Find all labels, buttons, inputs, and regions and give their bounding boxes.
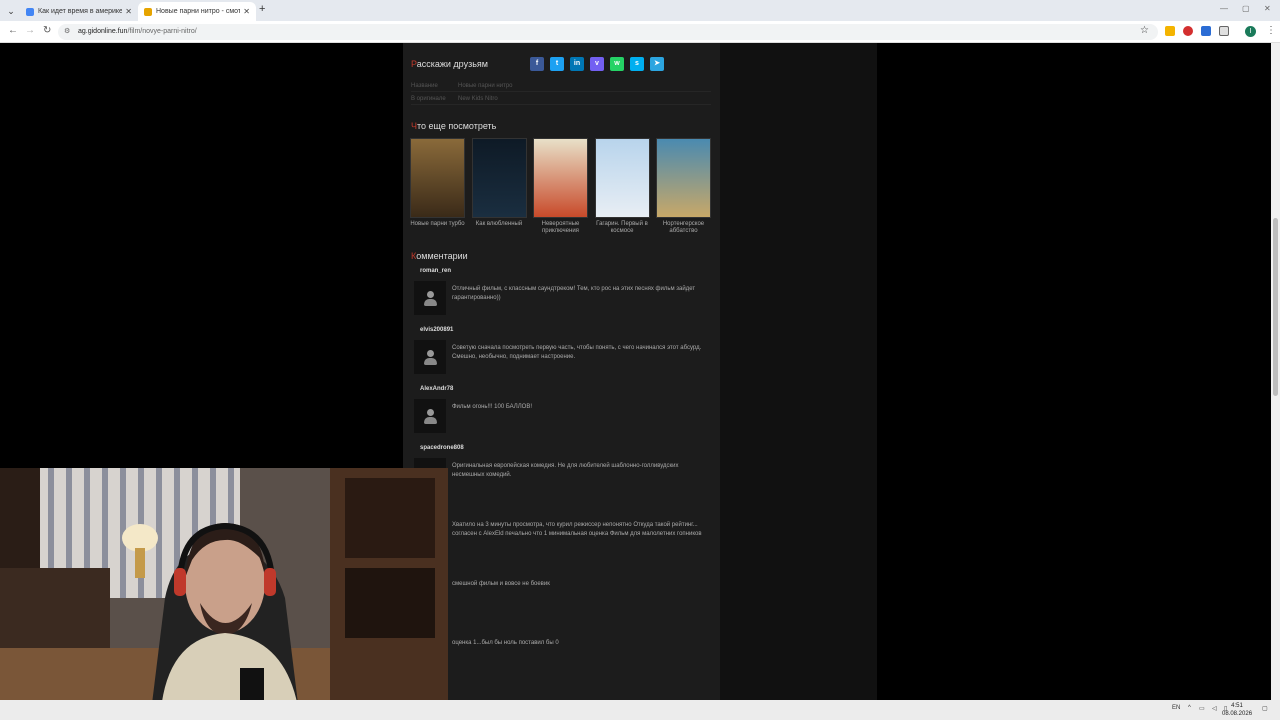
comment-username: elvis200891 [420,327,454,333]
whatsapp-icon[interactable]: w [610,57,624,71]
volume-icon[interactable]: ◁ [1212,705,1217,712]
linkedin-icon[interactable]: in [570,57,584,71]
extension-icon[interactable] [1183,26,1193,36]
maximize-icon[interactable]: ▢ [1242,4,1250,13]
comment-text: Отличный фильм, с классным саундтреком! … [452,286,696,301]
clock-time: 4:51 [1231,703,1243,709]
skype-icon[interactable]: s [630,57,644,71]
bookmark-star-icon[interactable]: ☆ [1140,25,1149,36]
profile-avatar[interactable]: I [1245,26,1256,37]
comment-text: Оригинальная европейская комедия. Не для… [452,463,679,478]
reload-icon[interactable]: ↻ [43,25,51,36]
movie-title[interactable]: Невероятные приключения [533,221,588,235]
comment-text: Хватило на 3 минуты просмотра, что курил… [452,522,702,537]
related-title: Что еще посмотреть [411,121,497,131]
minimize-icon[interactable]: — [1220,4,1228,13]
related-movie-card[interactable]: Как влюбленный [471,138,527,228]
browser-tab-2[interactable]: Новые парни нитро - смотре ✕ [138,2,256,21]
info-value: Новые парни нитро [458,83,513,89]
comment-avatar [414,399,446,433]
clock-date: 08.08.2026 [1222,711,1253,717]
url-path: /film/novye-parni-nitro/ [127,28,197,35]
browser-tab-bar: ⌄ Как идет время в америке - П ✕ Новые п… [0,0,1280,21]
info-value: New Kids Nitro [458,96,498,102]
movie-poster[interactable] [410,138,465,218]
right-side-panel [720,43,877,700]
webcam-feed-image [0,468,448,720]
extension-icon[interactable] [1201,26,1211,36]
avatar-body [424,417,437,424]
comment-text: оценка 1...был бы ноль поставил бы 0 [452,640,559,646]
twitter-icon[interactable]: t [550,57,564,71]
tab-favicon [26,7,34,16]
movie-title[interactable]: Как влюбленный [472,221,527,228]
info-row-title: Название Новые парни нитро [411,81,711,92]
tab-title: Как идет время в америке - П [38,8,123,15]
comment-username: spacedrone808 [420,445,464,451]
scrollbar-thumb[interactable] [1273,218,1278,396]
network-icon[interactable]: ▭ [1199,705,1205,712]
comment-username: roman_ren [420,268,452,274]
avatar-body [424,299,437,306]
movie-poster[interactable] [533,138,588,218]
movie-title[interactable]: Нортенгерское аббатство [656,221,711,235]
tab-title: Новые парни нитро - смотре [156,8,241,15]
address-toolbar: ← → ↻ ⚙ ag.gidonline.fun/film/novye-parn… [0,21,1280,43]
related-movies: Новые парни турбо Как влюбленный Невероятн… [410,138,715,238]
page-scrollbar[interactable] [1271,43,1280,700]
close-window-icon[interactable]: ✕ [1264,4,1271,13]
taskbar-clock[interactable]: 4:51 08.08.2026 [1222,702,1252,718]
notifications-icon[interactable]: ▢ [1262,705,1268,712]
new-tab-plus-icon[interactable]: + [259,3,265,15]
tray-chevron-icon[interactable]: ^ [1188,705,1191,711]
browser-menu-icon[interactable]: ⋮ [1266,25,1276,36]
info-label: Название [411,83,438,89]
info-label: В оригинале [411,96,446,102]
comment-text: Советую сначала посмотреть первую часть,… [452,345,702,360]
avatar-body [424,358,437,365]
related-movie-card[interactable]: Нортенгерское аббатство [656,138,711,235]
content-column: Расскажи друзьям f t in v w s ➤ Название Новые… [403,43,720,700]
related-movie-card[interactable]: Новые парни турбо [410,138,465,228]
os-taskbar: EN ^ ▭ ◁ ▯ 4:51 08.08.2026 ▢ [0,700,1280,720]
language-indicator[interactable]: EN [1172,705,1180,711]
movie-title[interactable]: Новые парни турбо [410,221,465,228]
site-info-icon[interactable]: ⚙ [64,24,70,40]
avatar-head [427,409,434,416]
related-movie-card[interactable]: Невероятные приключения [533,138,588,235]
avatar-head [427,350,434,357]
movie-title[interactable]: Гагарин. Первый в космосе [595,221,650,235]
viber-icon[interactable]: v [590,57,604,71]
browser-tab-1[interactable]: Как идет время в америке - П ✕ [20,2,138,21]
comment-avatar [414,340,446,374]
share-title: Расскажи друзьям [411,59,488,69]
back-arrow-icon[interactable]: ← [8,25,18,36]
webcam-overlay [0,468,448,720]
related-movie-card[interactable]: Гагарин. Первый в космосе [594,138,650,235]
tab-favicon [144,7,152,16]
tab-close-icon[interactable]: ✕ [125,7,132,16]
comment-text: смешной фильм и вовсе не боевик [452,581,550,587]
avatar-head [427,291,434,298]
movie-poster[interactable] [471,138,527,218]
extension-icon[interactable] [1165,26,1175,36]
movie-poster[interactable] [656,138,711,218]
info-row-original: В оригинале New Kids Nitro [411,94,711,105]
forward-arrow-icon[interactable]: → [25,25,35,36]
facebook-icon[interactable]: f [530,57,544,71]
url-field[interactable]: ⚙ ag.gidonline.fun/film/novye-parni-nitr… [58,24,1158,40]
tab-search-chevron-icon[interactable]: ⌄ [4,4,18,18]
extensions-puzzle-icon[interactable] [1219,26,1229,36]
movie-poster[interactable] [594,138,650,218]
comment-avatar [414,281,446,315]
comment-text: Фильм огонь!!! 100 БАЛЛОВ! [452,404,532,410]
share-icons-row: f t in v w s ➤ [530,57,664,71]
url-host: ag.gidonline.fun [78,28,128,35]
comment-username: AlexAndr78 [420,386,454,392]
telegram-icon[interactable]: ➤ [650,57,664,71]
comments-title: Комментарии [411,251,468,261]
tab-close-icon[interactable]: ✕ [243,7,250,16]
